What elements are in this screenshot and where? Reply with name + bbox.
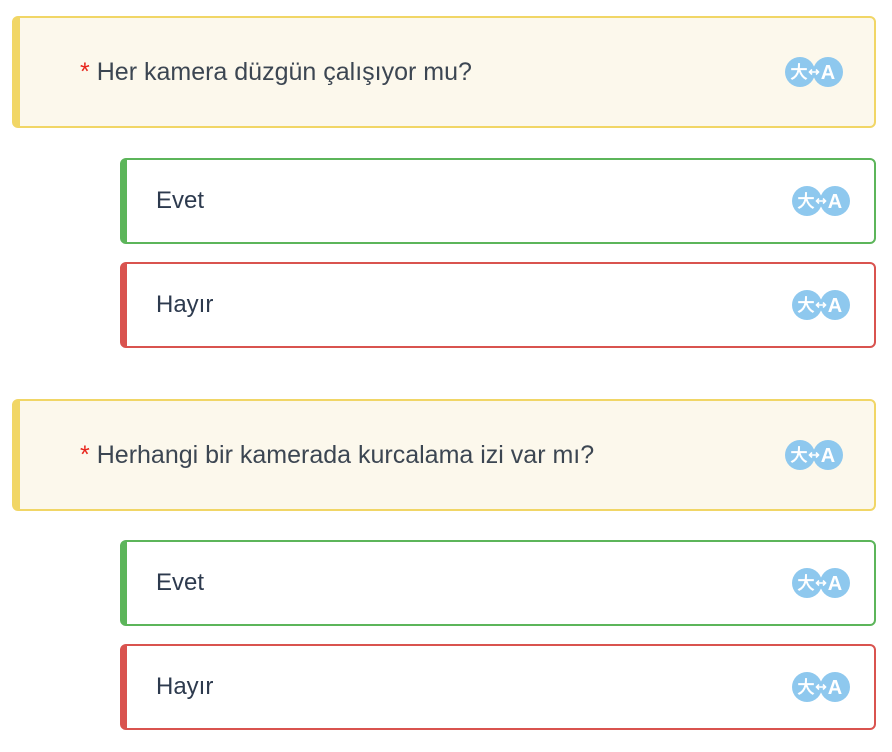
question-label: Her kamera düzgün çalışıyor mu? <box>96 58 472 86</box>
answer-label: Hayır <box>156 673 214 700</box>
translate-icon[interactable]: 大 A <box>791 567 851 599</box>
translate-icon[interactable]: 大 A <box>784 56 844 88</box>
question-label: Herhangi bir kamerada kurcalama izi var … <box>96 441 595 469</box>
svg-text:A: A <box>828 677 842 699</box>
svg-text:大: 大 <box>798 573 815 594</box>
translate-icon[interactable]: 大 A <box>791 671 851 703</box>
svg-text:A: A <box>828 295 842 317</box>
answer-label: Evet <box>156 187 205 214</box>
svg-text:大: 大 <box>791 445 808 466</box>
translate-icon[interactable]: 大 A <box>784 439 844 471</box>
answer-option-evet[interactable]: Evet 大 A <box>120 540 876 626</box>
question-text-container: * Herhangi bir kamerada kurcalama izi var… <box>80 401 594 509</box>
translate-icon[interactable]: 大 A <box>791 289 851 321</box>
svg-text:大: 大 <box>798 295 815 316</box>
question-card: * Her kamera düzgün çalışıyor mu? 大 A <box>12 16 876 128</box>
answer-label: Hayır <box>156 291 214 318</box>
svg-text:A: A <box>828 191 842 213</box>
answer-option-hayir[interactable]: Hayır 大 A <box>120 262 876 348</box>
required-asterisk: * <box>80 58 90 86</box>
question-card: * Herhangi bir kamerada kurcalama izi var… <box>12 399 876 511</box>
svg-text:A: A <box>821 445 835 467</box>
question-text-container: * Her kamera düzgün çalışıyor mu? <box>80 18 472 126</box>
svg-text:大: 大 <box>798 191 815 212</box>
svg-text:A: A <box>821 62 835 84</box>
answer-option-hayir[interactable]: Hayır 大 A <box>120 644 876 730</box>
svg-text:大: 大 <box>791 62 808 83</box>
answer-label: Evet <box>156 569 205 596</box>
translate-icon[interactable]: 大 A <box>791 185 851 217</box>
required-asterisk: * <box>80 441 90 469</box>
svg-text:A: A <box>828 573 842 595</box>
svg-text:大: 大 <box>798 677 815 698</box>
answer-option-evet[interactable]: Evet 大 A <box>120 158 876 244</box>
